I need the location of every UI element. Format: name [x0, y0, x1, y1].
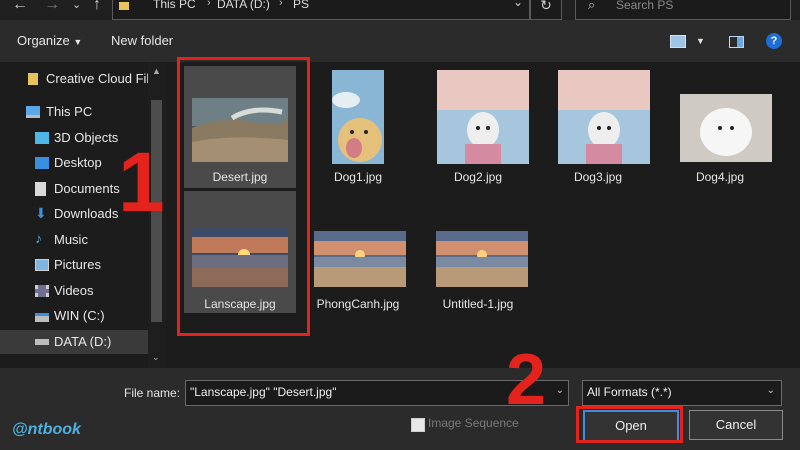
documents-icon: [35, 182, 46, 196]
forward-icon[interactable]: →: [44, 0, 60, 14]
file-name: Dog1.jpg: [333, 170, 383, 184]
sidebar-item-creative-cloud[interactable]: Creative Cloud Files: [0, 67, 163, 91]
chevron-down-icon[interactable]: ⌄: [767, 385, 775, 396]
3d-objects-icon: [35, 132, 49, 144]
sidebar-item-label: Downloads: [54, 206, 119, 221]
selection-highlight-box: [177, 57, 310, 336]
sidebar-item-this-pc[interactable]: This PC: [0, 100, 148, 124]
sidebar-item-win-c[interactable]: WIN (C:): [0, 304, 148, 328]
address-bar[interactable]: This PC › DATA (D:) › PS ⌄: [112, 0, 530, 20]
folder-icon: [119, 2, 129, 10]
music-icon: ♪: [35, 230, 42, 246]
file-name-value[interactable]: "Lanscape.jpg" "Desert.jpg": [190, 385, 336, 399]
drive-icon: [35, 313, 49, 322]
breadcrumb-ps[interactable]: PS: [293, 0, 309, 11]
view-options-chevron-icon[interactable]: ▼: [696, 36, 705, 46]
file-name: Untitled-1.jpg: [442, 297, 514, 311]
up-icon[interactable]: ↑: [93, 0, 101, 14]
file-item-untitled-1[interactable]: Untitled-1.jpg: [422, 191, 534, 313]
file-item-phongcanh[interactable]: PhongCanh.jpg: [302, 191, 414, 313]
downloads-icon: ⬇: [35, 205, 47, 221]
help-icon[interactable]: ?: [766, 33, 782, 49]
file-item-dog2[interactable]: Dog2.jpg: [422, 66, 534, 188]
preview-pane-icon[interactable]: [729, 36, 744, 48]
sidebar-item-label: This PC: [46, 104, 93, 119]
chevron-down-icon: ▼: [73, 37, 83, 47]
sidebar-item-videos[interactable]: Videos: [0, 279, 148, 303]
drive-icon: [35, 339, 49, 345]
sidebar-item-label: Documents: [54, 181, 120, 196]
file-name: Dog3.jpg: [573, 170, 623, 184]
sidebar-item-label: WIN (C:): [54, 308, 105, 323]
computer-icon: [26, 106, 40, 118]
image-sequence-checkbox[interactable]: [411, 418, 425, 432]
open-button-highlight-box: [576, 406, 683, 443]
file-name: Dog2.jpg: [453, 170, 503, 184]
refresh-icon: ↻: [540, 0, 552, 13]
step-1-label: 1: [118, 135, 165, 229]
step-2-label: 2: [506, 340, 547, 420]
sidebar-item-label: Music: [54, 232, 88, 247]
sidebar-item-label: DATA (D:): [54, 334, 112, 349]
file-name-label: File name:: [124, 386, 181, 400]
breadcrumb-separator-icon[interactable]: ›: [279, 0, 283, 9]
sidebar-item-label: Desktop: [54, 155, 102, 170]
sidebar-item-label: Pictures: [54, 257, 101, 272]
ntbook-logo: @ntbook: [12, 421, 81, 438]
back-icon[interactable]: ←: [12, 0, 28, 14]
chevron-down-icon[interactable]: ⌄: [513, 0, 523, 9]
videos-icon: [35, 285, 49, 297]
sidebar-item-music[interactable]: ♪ Music: [0, 228, 148, 252]
file-type-select[interactable]: All Formats (*.*) ⌄: [582, 380, 782, 406]
pictures-icon: [35, 259, 49, 271]
scroll-down-icon[interactable]: ⌄: [152, 352, 160, 363]
breadcrumb-data-drive[interactable]: DATA (D:): [217, 0, 270, 11]
sidebar-item-label: Creative Cloud Files: [46, 71, 164, 86]
file-type-value: All Formats (*.*): [587, 385, 672, 399]
file-thumbnail: [558, 70, 650, 164]
desktop-icon: [35, 157, 49, 169]
cancel-button[interactable]: Cancel: [689, 410, 783, 440]
new-folder-button[interactable]: New folder: [111, 33, 173, 48]
search-input[interactable]: Search PS: [616, 0, 673, 12]
organize-button[interactable]: Organize ▼: [17, 33, 82, 48]
file-thumbnail: [436, 231, 528, 287]
search-box[interactable]: ⌕ Search PS: [575, 0, 791, 20]
file-item-dog1[interactable]: Dog1.jpg: [302, 66, 414, 188]
file-thumbnail: [314, 231, 406, 287]
sidebar-item-pictures[interactable]: Pictures: [0, 253, 148, 277]
file-item-dog4[interactable]: Dog4.jpg: [664, 66, 776, 188]
sidebar-item-data-d[interactable]: DATA (D:): [0, 330, 148, 354]
search-icon: ⌕: [588, 0, 596, 12]
sidebar-item-label: 3D Objects: [54, 130, 119, 145]
chevron-down-icon[interactable]: ⌄: [556, 385, 564, 396]
file-thumbnail: [437, 70, 529, 164]
file-name: PhongCanh.jpg: [316, 297, 400, 311]
command-bar: Organize ▼ New folder ▼ ?: [0, 20, 800, 62]
refresh-button[interactable]: ↻: [530, 0, 562, 20]
recent-locations-icon[interactable]: ⌄: [72, 0, 81, 11]
scroll-up-icon[interactable]: ▲: [152, 66, 161, 76]
sidebar-item-label: Videos: [54, 283, 94, 298]
creative-cloud-folder-icon: [28, 73, 38, 85]
file-thumbnail: [680, 94, 772, 162]
breadcrumb-this-pc[interactable]: This PC: [153, 0, 196, 11]
file-item-dog3[interactable]: Dog3.jpg: [542, 66, 654, 188]
address-bar-row: ← → ⌄ ↑ This PC › DATA (D:) › PS ⌄ ↻ ⌕ S…: [0, 0, 800, 20]
breadcrumb-separator-icon[interactable]: ›: [207, 0, 211, 9]
file-thumbnail: [332, 70, 384, 164]
file-name: Dog4.jpg: [695, 170, 745, 184]
change-view-icon[interactable]: [670, 35, 686, 48]
